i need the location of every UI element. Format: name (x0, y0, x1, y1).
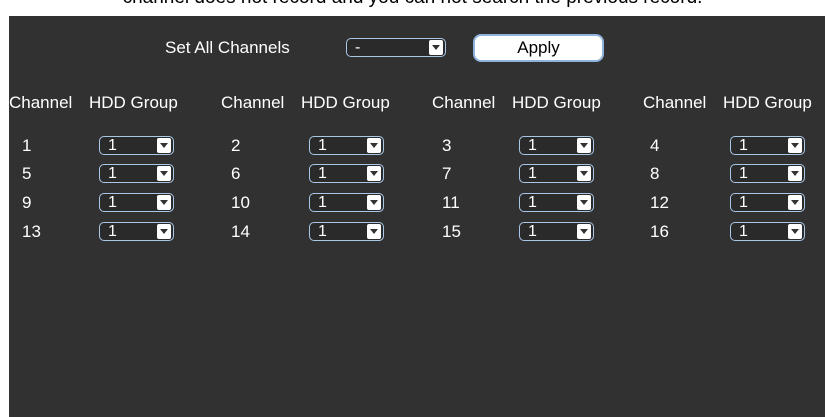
chevron-down-icon[interactable] (788, 138, 802, 153)
chevron-down-icon[interactable] (577, 166, 591, 181)
hdd-group-select[interactable]: 1 (519, 164, 594, 183)
hdd-group-select[interactable]: 1 (519, 193, 594, 212)
hdd-group-value: 1 (108, 223, 117, 240)
column-header-hdd-group: HDD Group (301, 93, 390, 112)
chevron-down-icon[interactable] (788, 195, 802, 210)
chevron-down-icon[interactable] (577, 195, 591, 210)
hdd-group-value: 1 (318, 137, 327, 154)
column-header-hdd-group: HDD Group (89, 93, 178, 112)
set-all-channels-value: - (355, 39, 361, 56)
hdd-group-select[interactable]: 1 (99, 193, 174, 212)
channel-number: 15 (442, 222, 461, 241)
chevron-down-icon[interactable] (367, 195, 381, 210)
chevron-down-icon[interactable] (367, 138, 381, 153)
hdd-group-select[interactable]: 1 (309, 136, 384, 155)
channel-number: 3 (442, 136, 452, 155)
channel-number: 6 (231, 164, 241, 183)
column-header-channel: Channel (221, 93, 285, 112)
hdd-group-value: 1 (528, 165, 537, 182)
hdd-group-select[interactable]: 1 (309, 222, 384, 241)
hdd-group-select[interactable]: 1 (519, 222, 594, 241)
chevron-down-icon[interactable] (788, 224, 802, 239)
hdd-group-value: 1 (739, 194, 748, 211)
hdd-group-select[interactable]: 1 (730, 193, 805, 212)
chevron-down-icon[interactable] (577, 138, 591, 153)
header-note: channel does not record and you can not … (0, 0, 825, 9)
chevron-down-icon[interactable] (367, 166, 381, 181)
channel-number: 11 (442, 193, 460, 212)
chevron-down-icon[interactable] (577, 224, 591, 239)
chevron-down-icon[interactable] (157, 224, 171, 239)
channel-number: 10 (231, 193, 250, 212)
hdd-group-value: 1 (318, 165, 327, 182)
hdd-group-select[interactable]: 1 (519, 136, 594, 155)
hdd-group-select[interactable]: 1 (99, 164, 174, 183)
hdd-group-select[interactable]: 1 (730, 136, 805, 155)
hdd-group-value: 1 (528, 223, 537, 240)
channel-number: 9 (22, 193, 32, 212)
column-header-channel: Channel (432, 93, 496, 112)
column-header-channel: Channel (643, 93, 707, 112)
hdd-group-value: 1 (739, 165, 748, 182)
channel-number: 1 (22, 136, 32, 155)
channel-number: 4 (650, 136, 660, 155)
channel-number: 2 (231, 136, 241, 155)
column-header-hdd-group: HDD Group (512, 93, 601, 112)
channel-number: 13 (22, 222, 41, 241)
channel-number: 12 (650, 193, 669, 212)
hdd-group-value: 1 (108, 137, 117, 154)
hdd-group-select[interactable]: 1 (99, 136, 174, 155)
column-header-hdd-group: HDD Group (723, 93, 812, 112)
chevron-down-icon[interactable] (429, 40, 443, 55)
hdd-group-value: 1 (739, 223, 748, 240)
set-all-channels-label: Set All Channels (165, 38, 290, 57)
chevron-down-icon[interactable] (367, 224, 381, 239)
hdd-group-select[interactable]: 1 (730, 164, 805, 183)
hdd-group-panel: Set All Channels - Apply Channel HDD Grou… (9, 16, 825, 417)
set-all-channels-select[interactable]: - (346, 38, 446, 57)
chevron-down-icon[interactable] (157, 166, 171, 181)
channel-number: 16 (650, 222, 669, 241)
hdd-group-value: 1 (108, 165, 117, 182)
hdd-group-value: 1 (108, 194, 117, 211)
hdd-group-value: 1 (528, 137, 537, 154)
channel-number: 5 (22, 164, 32, 183)
chevron-down-icon[interactable] (788, 166, 802, 181)
hdd-group-select[interactable]: 1 (99, 222, 174, 241)
hdd-group-select[interactable]: 1 (309, 193, 384, 212)
channel-number: 7 (442, 164, 452, 183)
hdd-group-value: 1 (318, 223, 327, 240)
channel-number: 8 (650, 164, 660, 183)
hdd-group-value: 1 (318, 194, 327, 211)
chevron-down-icon[interactable] (157, 138, 171, 153)
apply-button[interactable]: Apply (475, 36, 602, 60)
hdd-group-select[interactable]: 1 (730, 222, 805, 241)
chevron-down-icon[interactable] (157, 195, 171, 210)
column-header-channel: Channel (9, 93, 73, 112)
hdd-group-value: 1 (739, 137, 748, 154)
channel-number: 14 (231, 222, 250, 241)
hdd-group-select[interactable]: 1 (309, 164, 384, 183)
hdd-group-value: 1 (528, 194, 537, 211)
